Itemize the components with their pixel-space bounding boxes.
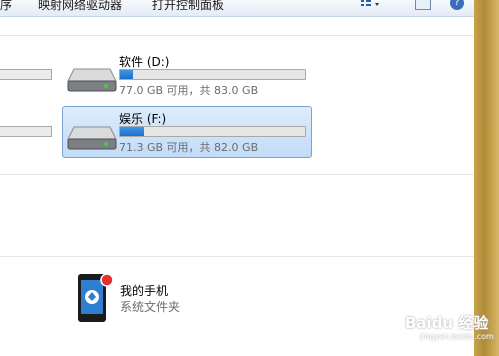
baidu-watermark-url: jingyan.baidu.com xyxy=(420,332,494,341)
section-divider xyxy=(0,256,474,257)
drive-free-space: 71.3 GB 可用，共 82.0 GB xyxy=(119,141,259,154)
divider xyxy=(0,35,474,36)
baidu-watermark: Baidu 经验 xyxy=(405,314,489,332)
drive-d[interactable]: 软件 (D:) 77.0 GB 可用，共 83.0 GB xyxy=(62,49,310,99)
hard-drive-icon xyxy=(67,68,117,92)
drive-usage-fill xyxy=(120,127,145,136)
views-icon[interactable] xyxy=(360,0,382,10)
toolbar-item-partial[interactable]: 序 xyxy=(0,0,12,13)
drive-f[interactable]: 娱乐 (F:) 71.3 GB 可用，共 82.0 GB xyxy=(62,106,312,158)
phone-icon xyxy=(78,273,114,322)
drive-usage-bar xyxy=(119,126,306,137)
preview-pane-icon[interactable] xyxy=(415,0,431,10)
help-icon[interactable]: ? xyxy=(450,0,464,10)
drive-name: 软件 (D:) xyxy=(119,55,170,69)
drive-name: 娱乐 (F:) xyxy=(119,112,167,126)
map-network-drive-button[interactable]: 映射网络驱动器 xyxy=(38,0,122,13)
section-divider xyxy=(0,174,474,175)
drive-usage-fill xyxy=(120,70,133,79)
partial-drive-bar xyxy=(0,126,52,137)
device-type: 系统文件夹 xyxy=(120,300,181,314)
hard-drive-icon xyxy=(67,126,117,150)
drive-usage-bar xyxy=(119,69,306,80)
device-name: 我的手机 xyxy=(120,284,169,298)
partial-drive-bar xyxy=(0,69,52,80)
window-edge-background xyxy=(474,0,499,356)
command-bar: 序 映射网络驱动器 打开控制面板 ? xyxy=(0,0,474,17)
open-control-panel-button[interactable]: 打开控制面板 xyxy=(152,0,224,13)
drive-free-space: 77.0 GB 可用，共 83.0 GB xyxy=(119,84,259,97)
